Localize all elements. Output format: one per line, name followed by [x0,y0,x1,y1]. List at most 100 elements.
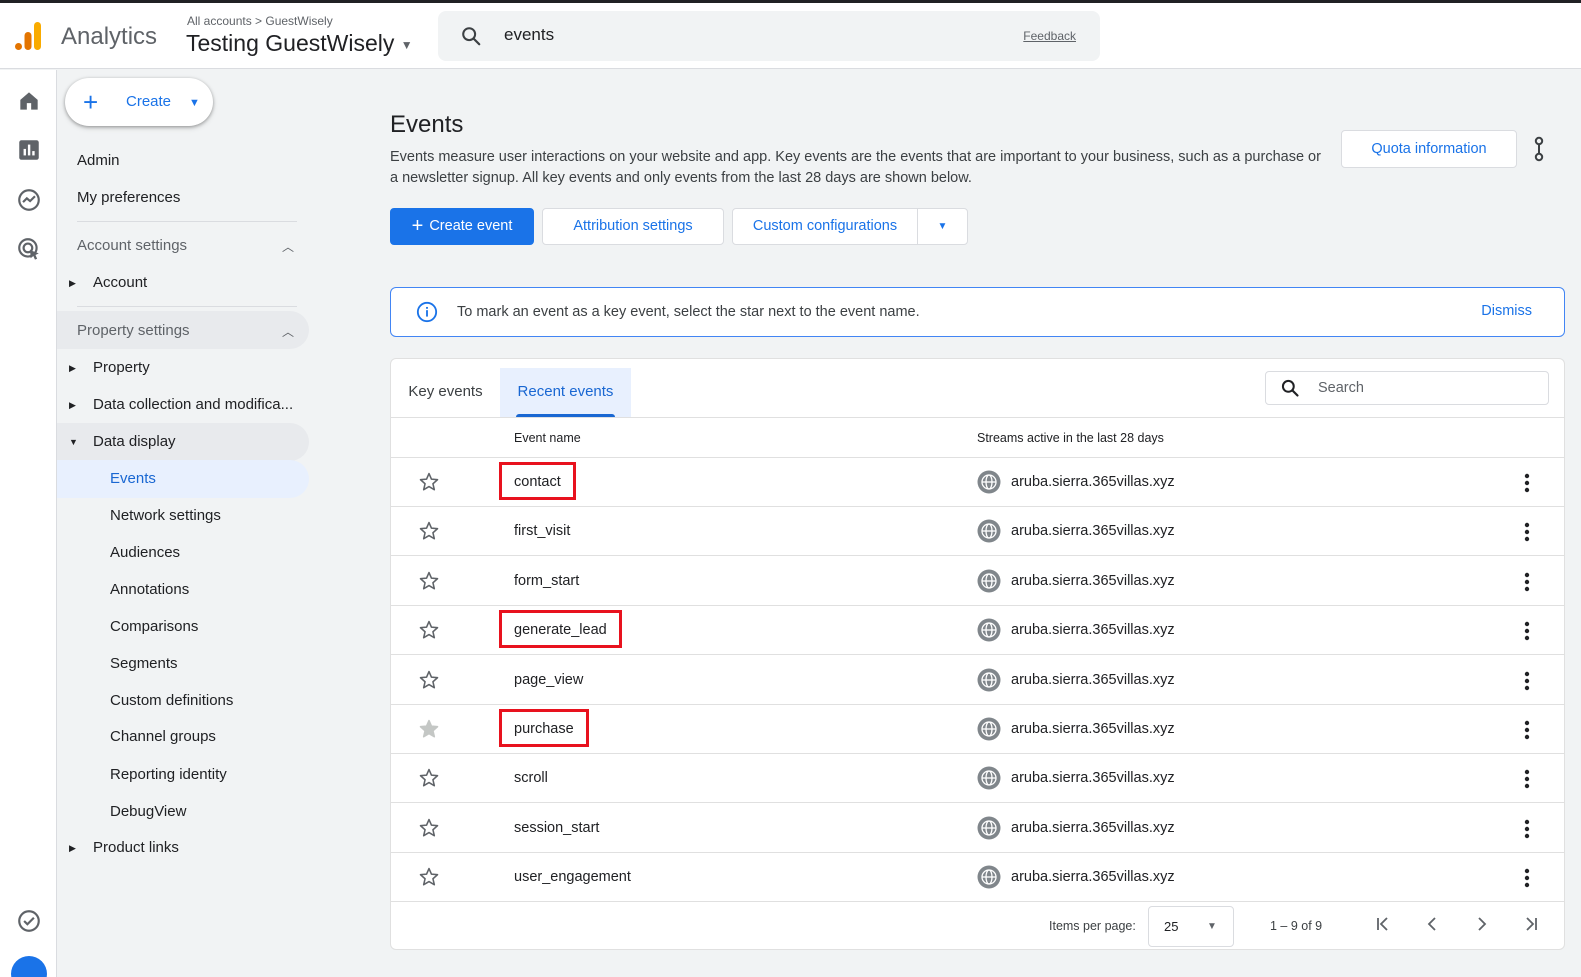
table-row[interactable]: user_engagement aruba.sierra.365villas.xy… [391,853,1564,903]
table-row[interactable]: form_start aruba.sierra.365villas.xyz [391,557,1564,606]
table-row[interactable]: page_view aruba.sierra.365villas.xyz [391,656,1564,705]
table-row[interactable]: scroll aruba.sierra.365villas.xyz [391,754,1564,804]
admin-gear-icon[interactable] [11,956,47,977]
event-name[interactable]: scroll [514,770,548,786]
first-page-icon[interactable] [1373,914,1393,934]
row-options-icon[interactable] [1517,619,1537,643]
star-icon[interactable] [418,669,440,691]
star-icon[interactable] [418,817,440,839]
custom-configurations-button[interactable]: Custom configurations [732,208,918,245]
nav-reporting-identity[interactable]: Reporting identity [110,766,227,783]
explore-icon[interactable] [16,187,42,213]
event-name[interactable]: contact [514,474,561,490]
advertising-icon[interactable] [16,236,42,262]
account-breadcrumb[interactable]: All accounts > GuestWisely [187,14,333,28]
page-options-icon[interactable] [1529,134,1549,164]
nav-property[interactable]: Property [93,359,150,376]
chevron-down-icon[interactable]: ▼ [917,208,968,245]
reports-icon[interactable] [16,137,42,163]
row-options-icon[interactable] [1517,570,1537,594]
star-icon[interactable] [418,767,440,789]
next-page-icon[interactable] [1472,914,1492,934]
search-query[interactable]: events [504,25,554,45]
analytics-logo-icon[interactable] [14,21,44,51]
attribution-settings-button[interactable]: Attribution settings [542,208,724,245]
event-name[interactable]: generate_lead [514,622,607,638]
expand-arrow-icon[interactable]: ▶ [69,843,76,854]
nav-product-links[interactable]: Product links [93,839,179,856]
nav-account-settings[interactable]: Account settings [77,237,187,254]
row-options-icon[interactable] [1517,767,1537,791]
home-icon[interactable] [16,88,42,114]
row-options-icon[interactable] [1517,866,1537,890]
property-selector[interactable]: Testing GuestWisely ▼ [186,30,413,57]
nav-admin[interactable]: Admin [77,152,120,169]
dismiss-button[interactable]: Dismiss [1481,303,1532,319]
table-search-input[interactable]: Search [1265,371,1549,405]
nav-audiences[interactable]: Audiences [110,544,180,561]
row-options-icon[interactable] [1517,471,1537,495]
nav-debugview[interactable]: DebugView [110,803,186,820]
table-row[interactable]: generate_lead aruba.sierra.365villas.xyz [391,606,1564,656]
nav-events[interactable]: Events [110,470,156,487]
property-name: Testing GuestWisely [186,30,395,56]
chevron-up-icon[interactable]: ︿ [282,323,294,340]
active-nav-highlight [57,460,309,498]
table-row[interactable]: session_start aruba.sierra.365villas.xyz [391,804,1564,853]
create-event-button[interactable]: + Create event [390,208,534,245]
nav-custom-definitions[interactable]: Custom definitions [110,692,233,709]
nav-network-settings[interactable]: Network settings [110,507,221,524]
expand-arrow-icon[interactable]: ▶ [69,400,76,411]
create-event-label: Create event [429,218,513,234]
quota-information-button[interactable]: Quota information [1341,130,1517,168]
insights-icon[interactable] [16,908,42,934]
event-name[interactable]: session_start [514,820,599,836]
expand-arrow-icon[interactable]: ▶ [69,363,76,374]
row-options-icon[interactable] [1517,718,1537,742]
star-icon[interactable] [418,570,440,592]
expand-arrow-icon[interactable]: ▶ [69,278,76,289]
nav-data-display[interactable]: Data display [93,433,176,450]
event-name[interactable]: user_engagement [514,869,631,885]
web-stream-icon [977,569,1001,593]
star-icon[interactable] [418,471,440,493]
nav-my-preferences[interactable]: My preferences [77,189,180,206]
star-icon[interactable] [418,520,440,542]
nav-divider [77,306,297,307]
chevron-up-icon[interactable]: ︿ [282,238,294,255]
table-row[interactable]: purchase aruba.sierra.365villas.xyz [391,705,1564,754]
nav-property-settings[interactable]: Property settings [77,322,190,339]
items-per-page-select[interactable]: 25 ▼ [1148,906,1234,947]
row-options-icon[interactable] [1517,520,1537,544]
row-options-icon[interactable] [1517,817,1537,841]
table-row[interactable]: first_visit aruba.sierra.365villas.xyz [391,507,1564,557]
tab-recent-events[interactable]: Recent events [500,368,631,417]
caret-down-icon: ▼ [189,97,200,109]
global-search[interactable]: events Feedback [438,11,1100,61]
star-icon[interactable] [418,866,440,888]
previous-page-icon[interactable] [1422,914,1442,934]
collapse-arrow-icon[interactable]: ▼ [69,437,78,447]
star-icon[interactable] [418,619,440,641]
create-button[interactable]: + Create ▼ [65,78,213,126]
row-options-icon[interactable] [1517,669,1537,693]
stream-name: aruba.sierra.365villas.xyz [1011,819,1175,836]
search-icon [1280,378,1300,398]
tab-key-events[interactable]: Key events [391,368,500,417]
admin-nav-panel: + Create ▼ Admin My preferences Account … [57,70,317,977]
nav-annotations[interactable]: Annotations [110,581,189,598]
event-name[interactable]: first_visit [514,523,570,539]
table-row[interactable]: contact aruba.sierra.365villas.xyz [391,458,1564,507]
nav-channel-groups[interactable]: Channel groups [110,728,216,745]
feedback-link[interactable]: Feedback [1023,29,1076,43]
nav-segments[interactable]: Segments [110,655,178,672]
event-name[interactable]: purchase [514,721,574,737]
nav-account[interactable]: Account [93,274,147,291]
column-header-event-name[interactable]: Event name [514,431,581,445]
nav-comparisons[interactable]: Comparisons [110,618,198,635]
nav-data-collection[interactable]: Data collection and modifica... [93,396,293,413]
event-name[interactable]: form_start [514,573,579,589]
last-page-icon[interactable] [1521,914,1541,934]
star-filled-icon[interactable] [418,718,440,740]
event-name[interactable]: page_view [514,672,583,688]
